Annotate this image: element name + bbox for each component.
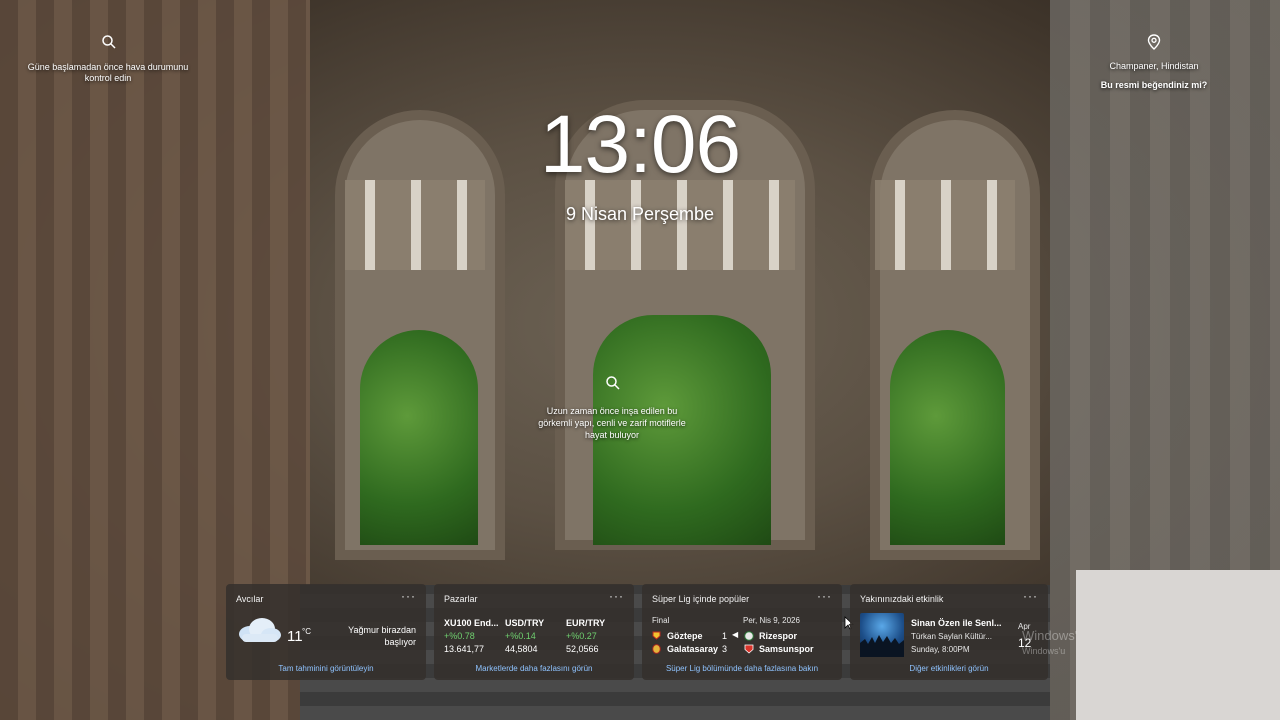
center-lattice — [565, 180, 795, 270]
home-score: 3 — [722, 644, 728, 654]
match-date: Per, Nis 9, 2026 — [743, 616, 800, 625]
home-team: Galatasaray — [667, 644, 719, 654]
winner-arrow-icon: ◀ — [732, 630, 739, 639]
event-thumbnail[interactable] — [860, 613, 904, 657]
football-more-button[interactable]: ··· — [817, 589, 832, 603]
weather-forecast-link[interactable]: Tam tahminini görüntüleyin — [226, 664, 426, 673]
search-icon[interactable] — [100, 33, 118, 51]
photo-location[interactable]: Champaner, Hindistan — [1090, 61, 1218, 71]
right-garden-opening — [890, 330, 1005, 545]
market-name: EUR/TRY — [566, 618, 606, 628]
events-more-button[interactable]: ··· — [1023, 589, 1038, 603]
event-time: Sunday, 8:00PM — [911, 645, 970, 654]
event-venue: Türkan Saylan Kültür... — [911, 632, 992, 641]
match-status: Final — [652, 616, 670, 625]
weather-condition: Yağmur birazdan başlıyor — [334, 624, 416, 648]
left-lattice — [345, 180, 485, 270]
away-team: Rizespor — [759, 631, 798, 641]
events-card[interactable]: Yakınınızdaki etkinlik ··· Sinan Özen il… — [850, 584, 1048, 680]
location-pin-icon[interactable] — [1145, 33, 1163, 51]
market-change: +%0.27 — [566, 631, 597, 641]
photo-info-text[interactable]: Uzun zaman önce inşa edilen bu görkemli … — [520, 405, 704, 441]
events-card-title: Yakınınızdaki etkinlik — [860, 594, 944, 604]
weather-hint-line2: kontrol edin — [84, 73, 132, 83]
market-value: 44,5804 — [505, 644, 538, 654]
goztepe-logo-icon — [652, 631, 661, 640]
market-value: 13.641,77 — [444, 644, 485, 654]
photo-info-line1: Uzun zaman önce inşa edilen bu — [546, 406, 678, 416]
activation-watermark-line1: Windows' — [1022, 628, 1078, 643]
home-score: 1 — [722, 631, 728, 641]
event-title: Sinan Özen ile Senl... — [911, 618, 1002, 628]
events-more-link[interactable]: Diğer etkinlikleri görün — [850, 664, 1048, 673]
weather-condition-line2: başlıyor — [384, 637, 416, 647]
weather-card-title: Avcılar — [236, 594, 264, 604]
market-name: USD/TRY — [505, 618, 545, 628]
market-change: +%0.14 — [505, 631, 536, 641]
like-photo-question[interactable]: Bu resmi beğendiniz mi? — [1090, 80, 1218, 90]
football-card[interactable]: Süper Lig içinde popüler ··· Final Per, … — [642, 584, 842, 680]
weather-condition-line1: Yağmur birazdan — [348, 625, 416, 635]
markets-card[interactable]: Pazarlar ··· XU100 End... +%0.78 13.641,… — [434, 584, 634, 680]
weather-unit: °C — [302, 627, 311, 636]
home-team: Göztepe — [667, 631, 703, 641]
lockscreen-date: 9 Nisan Perşembe — [565, 204, 715, 224]
lockscreen-clock: 13:06 — [539, 99, 741, 190]
center-search-icon[interactable] — [604, 374, 622, 392]
market-change: +%0.78 — [444, 631, 475, 641]
photo-info-line2: görkemli yapı, cenli ve zarif motiflerle — [538, 418, 686, 428]
markets-more-button[interactable]: ··· — [609, 589, 624, 603]
weather-more-button[interactable]: ··· — [401, 589, 416, 603]
away-team: Samsunspor — [759, 644, 814, 654]
market-name: XU100 End... — [444, 618, 499, 628]
market-value: 52,0566 — [566, 644, 599, 654]
weather-temperature: 11 — [287, 628, 303, 645]
right-lattice — [875, 180, 1015, 270]
weather-hint-line1: Güne başlamadan önce hava durumunu — [27, 62, 189, 72]
left-garden-opening — [360, 330, 478, 545]
activation-watermark-line2: Windows'u — [1022, 646, 1066, 656]
cloud-icon — [236, 616, 282, 644]
rizespor-logo-icon — [744, 631, 754, 641]
markets-card-title: Pazarlar — [444, 594, 478, 604]
markets-more-link[interactable]: Marketlerde daha fazlasını görün — [434, 664, 634, 673]
photo-info-line3: hayat buluyor — [584, 430, 640, 440]
lightbox-region — [1076, 570, 1280, 720]
galatasaray-logo-icon — [652, 644, 661, 654]
football-more-link[interactable]: Süper Lig bölümünde daha fazlasına bakın — [642, 664, 842, 673]
football-card-title: Süper Lig içinde popüler — [652, 594, 750, 604]
weather-hint-text[interactable]: Güne başlamadan önce hava durumunu kontr… — [16, 62, 200, 84]
samsunspor-logo-icon — [744, 644, 754, 654]
weather-card[interactable]: Avcılar ··· 11 °C Yağmur birazdan başlıy… — [226, 584, 426, 680]
